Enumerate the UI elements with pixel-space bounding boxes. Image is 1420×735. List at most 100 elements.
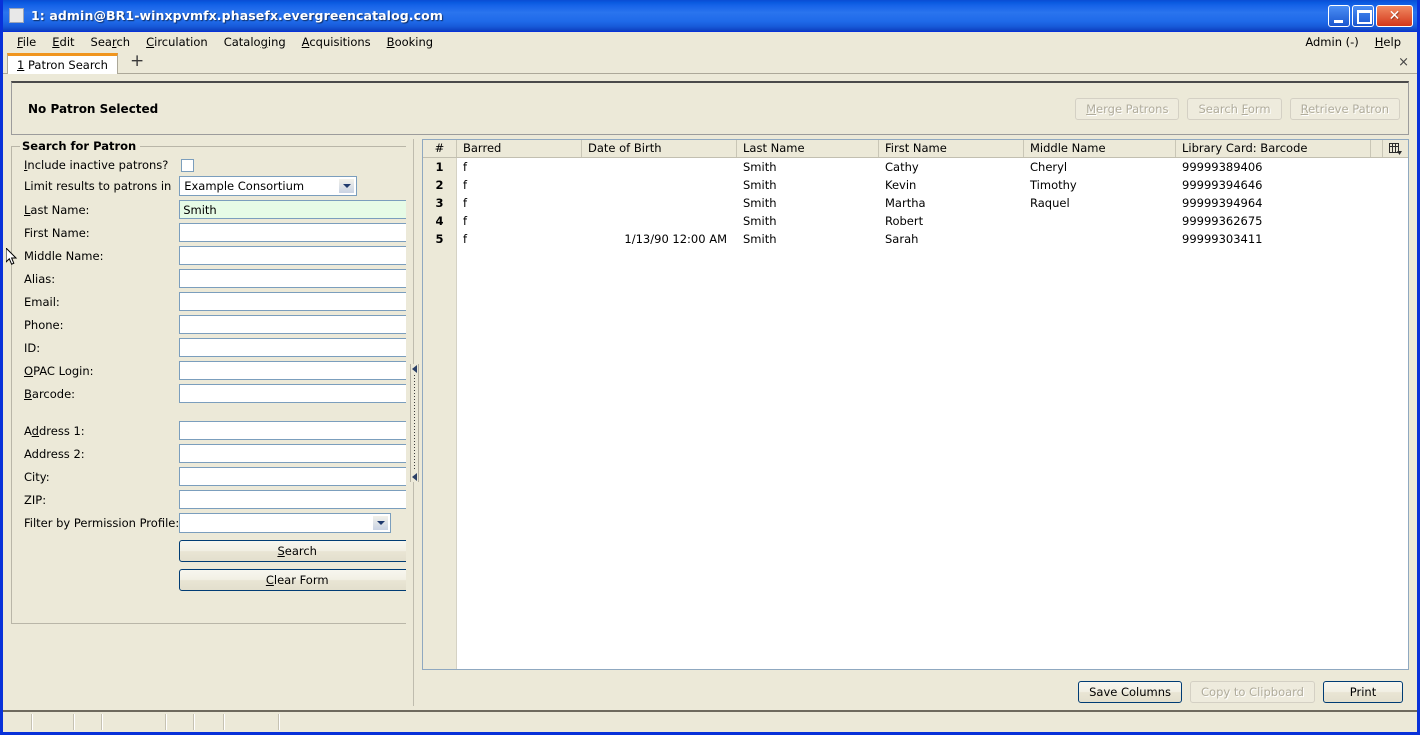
barcode-input[interactable] — [179, 384, 406, 403]
app-icon — [9, 8, 24, 23]
limit-results-label: Limit results to patrons in — [24, 179, 172, 193]
form-row-include-inactive: Include inactive patrons? — [20, 156, 406, 174]
row-number: 4 — [435, 214, 444, 228]
column-header-barred[interactable]: Barred — [457, 140, 582, 157]
form-row-first-name: First Name: — [20, 221, 406, 244]
alias-input[interactable] — [179, 269, 406, 288]
pane-splitter[interactable] — [406, 139, 422, 706]
cell-library-card-barcode: 99999394964 — [1182, 196, 1263, 210]
merge-patrons-button[interactable]: Merge Patrons — [1075, 97, 1180, 120]
form-row-zip: ZIP: — [20, 488, 406, 511]
include-inactive-checkbox[interactable] — [181, 158, 195, 172]
cell-barred: f — [463, 232, 468, 246]
copy-to-clipboard-button[interactable]: Copy to Clipboard — [1190, 680, 1315, 703]
column-header-date-of-birth[interactable]: Date of Birth — [582, 140, 737, 157]
cell-library-card-barcode: 99999394646 — [1182, 178, 1263, 192]
column-picker-icon[interactable] — [1382, 140, 1408, 157]
results-body: 1 2 3 4 5 f Smith Cathy Cheryl 999993894… — [423, 158, 1408, 669]
form-row-phone: Phone: — [20, 313, 406, 336]
status-cell — [75, 714, 103, 730]
tab-patron-search[interactable]: 1 Patron Search — [7, 53, 118, 74]
cell-first-name: Sarah — [885, 232, 919, 246]
minimize-button[interactable] — [1328, 4, 1350, 27]
table-row[interactable]: f Smith Martha Raquel 99999394964 — [457, 194, 1408, 212]
column-header-last-name[interactable]: Last Name — [737, 140, 879, 157]
id-label: ID: — [24, 340, 41, 355]
status-cell — [103, 714, 167, 730]
last-name-input[interactable] — [179, 200, 406, 219]
form-row-clear-button: Clear Form — [20, 564, 406, 593]
close-tab-icon[interactable]: × — [1398, 55, 1409, 70]
address1-input[interactable] — [179, 421, 406, 440]
cell-date-of-birth: 1/13/90 12:00 AM — [624, 232, 727, 246]
menu-help[interactable]: Help — [1367, 33, 1409, 51]
table-row[interactable]: f 1/13/90 12:00 AM Smith Sarah 999993034… — [457, 230, 1408, 248]
permission-profile-label: Filter by Permission Profile: — [24, 516, 180, 530]
column-header-first-name[interactable]: First Name — [879, 140, 1024, 157]
close-icon: ✕ — [1388, 7, 1401, 24]
barcode-label: Barcode: — [24, 386, 76, 401]
column-header-middle-name[interactable]: Middle Name — [1024, 140, 1176, 157]
application-window: 1: admin@BR1-winxpvmfx.phasefx.evergreen… — [0, 0, 1420, 735]
limit-results-select[interactable]: Example Consortium — [179, 176, 358, 196]
print-button[interactable]: Print — [1323, 680, 1403, 703]
phone-input[interactable] — [179, 315, 406, 334]
new-tab-button[interactable]: + — [126, 53, 148, 73]
form-row-permission-profile: Filter by Permission Profile: — [20, 511, 406, 535]
menu-booking[interactable]: Booking — [379, 33, 441, 51]
search-form-button[interactable]: Search Form — [1187, 97, 1282, 120]
table-row[interactable]: f Smith Cathy Cheryl 99999389406 — [457, 158, 1408, 176]
splitter-grip[interactable] — [409, 363, 419, 482]
close-button[interactable]: ✕ — [1376, 4, 1413, 27]
alias-label: Alias: — [24, 271, 56, 286]
city-input[interactable] — [179, 467, 406, 486]
first-name-input[interactable] — [179, 223, 406, 242]
phone-label: Phone: — [24, 317, 64, 332]
save-columns-button[interactable]: Save Columns — [1078, 680, 1183, 703]
status-cell — [33, 714, 75, 730]
results-footer: Save Columns Copy to Clipboard Print — [422, 670, 1409, 706]
tab-strip: 1 Patron Search + × — [3, 52, 1417, 74]
cell-barred: f — [463, 196, 468, 210]
collapse-left-arrow-icon[interactable] — [411, 364, 417, 373]
menu-cataloging[interactable]: Cataloging — [216, 33, 294, 51]
table-row[interactable]: f Smith Robert 99999362675 — [457, 212, 1408, 230]
window-title: 1: admin@BR1-winxpvmfx.phasefx.evergreen… — [31, 8, 443, 23]
email-input[interactable] — [179, 292, 406, 311]
column-header-number[interactable]: # — [423, 140, 457, 157]
patron-header-bar: No Patron Selected Merge Patrons Search … — [11, 81, 1409, 135]
maximize-button[interactable] — [1352, 4, 1374, 27]
menu-circulation[interactable]: Circulation — [138, 33, 216, 51]
menu-search[interactable]: Search — [83, 33, 139, 51]
search-button[interactable]: Search — [179, 540, 406, 562]
patron-search-form: Include inactive patrons? Limit results … — [20, 156, 406, 593]
cell-first-name: Martha — [885, 196, 926, 210]
row-number-gutter: 1 2 3 4 5 — [423, 158, 457, 669]
column-header-library-card-barcode[interactable]: Library Card: Barcode — [1176, 140, 1371, 157]
row-number: 1 — [435, 160, 444, 174]
zip-label: ZIP: — [24, 492, 47, 507]
row-number: 5 — [435, 232, 444, 246]
first-name-label: First Name: — [24, 225, 90, 240]
cell-barred: f — [463, 178, 468, 192]
results-rows: f Smith Cathy Cheryl 99999389406 f Smith… — [457, 158, 1408, 669]
form-row-search-button: Search — [20, 535, 406, 564]
opac-login-input[interactable] — [179, 361, 406, 380]
middle-name-input[interactable] — [179, 246, 406, 265]
menu-file[interactable]: File — [9, 33, 44, 51]
menu-edit[interactable]: Edit — [44, 33, 82, 51]
email-label: Email: — [24, 294, 60, 309]
collapse-right-arrow-icon[interactable] — [411, 472, 417, 481]
address2-input[interactable] — [179, 444, 406, 463]
menu-bar-right: Admin (-) Help — [1297, 33, 1417, 51]
menu-acquisitions[interactable]: Acquisitions — [294, 33, 379, 51]
patron-status-label: No Patron Selected — [28, 101, 159, 116]
chevron-down-icon — [338, 178, 356, 194]
menu-admin[interactable]: Admin (-) — [1297, 33, 1366, 51]
table-row[interactable]: f Smith Kevin Timothy 99999394646 — [457, 176, 1408, 194]
permission-profile-select[interactable] — [179, 513, 392, 533]
retrieve-patron-button[interactable]: Retrieve Patron — [1289, 97, 1400, 120]
id-input[interactable] — [179, 338, 406, 357]
zip-input[interactable] — [179, 490, 406, 509]
clear-form-button[interactable]: Clear Form — [179, 569, 406, 591]
